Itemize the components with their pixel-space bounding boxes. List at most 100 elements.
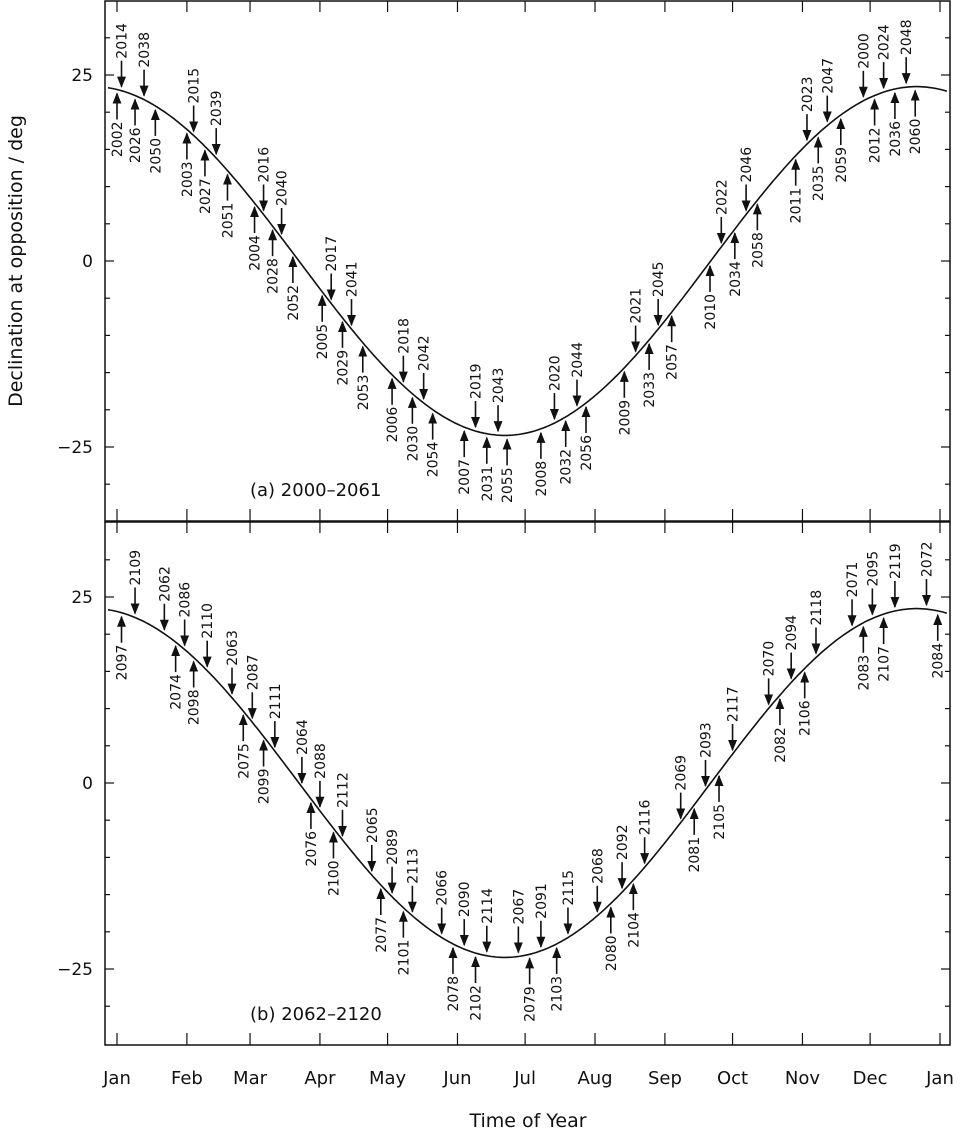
year-marker-2099: 2099 bbox=[257, 739, 273, 804]
year-label: 2081 bbox=[687, 837, 703, 873]
panel-label: (a) 2000–2061 bbox=[250, 480, 381, 501]
year-marker-2059: 2059 bbox=[834, 117, 850, 183]
year-label: 2066 bbox=[435, 870, 451, 906]
year-marker-2064: 2064 bbox=[295, 719, 311, 785]
year-marker-2081: 2081 bbox=[687, 807, 703, 873]
year-label: 2033 bbox=[642, 372, 658, 408]
year-marker-2009: 2009 bbox=[617, 370, 633, 435]
year-marker-2029: 2029 bbox=[335, 320, 351, 386]
year-marker-2091: 2091 bbox=[534, 883, 550, 948]
year-label: 2083 bbox=[856, 655, 872, 691]
year-marker-2075: 2075 bbox=[236, 714, 252, 779]
year-label: 2022 bbox=[714, 179, 730, 215]
year-marker-2003: 2003 bbox=[180, 132, 196, 197]
y-tick-label: 25 bbox=[71, 66, 93, 86]
year-marker-2077: 2077 bbox=[374, 887, 390, 953]
year-label: 2039 bbox=[209, 90, 225, 126]
year-marker-2103: 2103 bbox=[550, 946, 566, 1012]
year-marker-2035: 2035 bbox=[811, 136, 827, 201]
year-marker-2094: 2094 bbox=[784, 615, 800, 680]
year-marker-2017: 2017 bbox=[324, 236, 340, 301]
year-marker-2028: 2028 bbox=[266, 229, 282, 294]
year-label: 2103 bbox=[550, 976, 566, 1012]
year-marker-2057: 2057 bbox=[665, 315, 681, 380]
year-label: 2075 bbox=[236, 743, 252, 779]
x-tick-label: Jan bbox=[102, 1068, 131, 1089]
year-marker-2092: 2092 bbox=[615, 825, 631, 890]
x-tick-label: Aug bbox=[577, 1068, 612, 1089]
year-marker-2006: 2006 bbox=[385, 377, 401, 442]
year-label: 2044 bbox=[570, 342, 586, 378]
x-tick-label: Nov bbox=[785, 1068, 820, 1089]
panel-label: (b) 2062–2120 bbox=[250, 1004, 382, 1025]
year-label: 2062 bbox=[157, 566, 173, 602]
year-label: 2074 bbox=[169, 674, 185, 710]
x-tick-label: Jun bbox=[442, 1068, 471, 1089]
year-marker-2010: 2010 bbox=[703, 264, 719, 330]
year-marker-2078: 2078 bbox=[446, 946, 462, 1012]
year-marker-2047: 2047 bbox=[820, 58, 836, 123]
year-label: 2080 bbox=[604, 935, 620, 971]
year-marker-2117: 2117 bbox=[726, 686, 742, 752]
year-label: 2082 bbox=[773, 727, 789, 763]
x-tick-label: Jul bbox=[513, 1068, 536, 1089]
year-marker-2044: 2044 bbox=[570, 342, 586, 407]
year-label: 2084 bbox=[931, 643, 947, 679]
year-label: 2021 bbox=[629, 288, 645, 324]
year-marker-2022: 2022 bbox=[714, 179, 730, 245]
year-label: 2010 bbox=[703, 294, 719, 330]
year-marker-2042: 2042 bbox=[417, 335, 433, 401]
year-marker-2018: 2018 bbox=[396, 318, 412, 383]
year-label: 2086 bbox=[178, 582, 194, 618]
year-label: 2060 bbox=[908, 119, 924, 155]
year-marker-2034: 2034 bbox=[728, 231, 744, 297]
year-label: 2119 bbox=[888, 543, 904, 579]
year-label: 2098 bbox=[187, 690, 203, 726]
x-tick-label: Mar bbox=[233, 1068, 268, 1089]
year-marker-2019: 2019 bbox=[469, 363, 485, 429]
year-marker-2056: 2056 bbox=[579, 405, 595, 471]
year-marker-2110: 2110 bbox=[200, 603, 216, 668]
year-marker-2024: 2024 bbox=[877, 24, 893, 90]
year-marker-2007: 2007 bbox=[457, 429, 473, 495]
x-axis-title: Time of Year bbox=[468, 1110, 586, 1131]
year-label: 2047 bbox=[820, 58, 836, 94]
year-marker-2082: 2082 bbox=[773, 698, 789, 763]
x-tick-label: May bbox=[369, 1068, 407, 1089]
year-label: 2087 bbox=[245, 655, 261, 691]
declination-chart: 25 0 −25 2002 2014 2026 2038 2050 2003 2015 2027 20… bbox=[5, 0, 954, 1131]
x-tick-label: Apr bbox=[304, 1068, 336, 1089]
year-label: 2106 bbox=[798, 700, 814, 736]
year-marker-2114: 2114 bbox=[480, 888, 496, 953]
year-label: 2026 bbox=[128, 127, 144, 163]
y-tick-label: −25 bbox=[57, 438, 93, 458]
year-label: 2077 bbox=[374, 917, 390, 953]
year-label: 2067 bbox=[511, 889, 527, 925]
year-marker-2116: 2116 bbox=[638, 800, 654, 865]
year-label: 2091 bbox=[534, 883, 550, 919]
year-label: 2046 bbox=[739, 147, 755, 183]
year-marker-2076: 2076 bbox=[304, 801, 320, 867]
year-label: 2005 bbox=[315, 324, 331, 360]
year-label: 2093 bbox=[699, 722, 715, 758]
y-tick-label: 0 bbox=[82, 774, 93, 794]
year-label: 2043 bbox=[491, 368, 507, 404]
year-marker-2115: 2115 bbox=[561, 870, 577, 935]
year-label: 2063 bbox=[225, 630, 241, 666]
year-label: 2089 bbox=[385, 829, 401, 865]
y-axis-title: Declination at opposition / deg bbox=[5, 115, 27, 407]
year-label: 2113 bbox=[405, 848, 421, 884]
year-marker-2031: 2031 bbox=[480, 436, 496, 501]
year-marker-2058: 2058 bbox=[750, 203, 766, 268]
year-marker-2002: 2002 bbox=[110, 92, 126, 157]
year-marker-2026: 2026 bbox=[128, 98, 144, 163]
year-marker-2016: 2016 bbox=[257, 147, 273, 212]
year-marker-2041: 2041 bbox=[344, 261, 360, 327]
year-marker-2054: 2054 bbox=[426, 412, 442, 477]
year-label: 2012 bbox=[868, 127, 884, 163]
year-marker-2074: 2074 bbox=[169, 644, 185, 710]
panel-a: 25 0 −25 2002 2014 2026 2038 2050 2003 2015 2027 20… bbox=[57, 0, 951, 522]
year-marker-2070: 2070 bbox=[762, 641, 778, 706]
year-marker-2062: 2062 bbox=[157, 566, 173, 631]
year-label: 2052 bbox=[286, 285, 302, 321]
